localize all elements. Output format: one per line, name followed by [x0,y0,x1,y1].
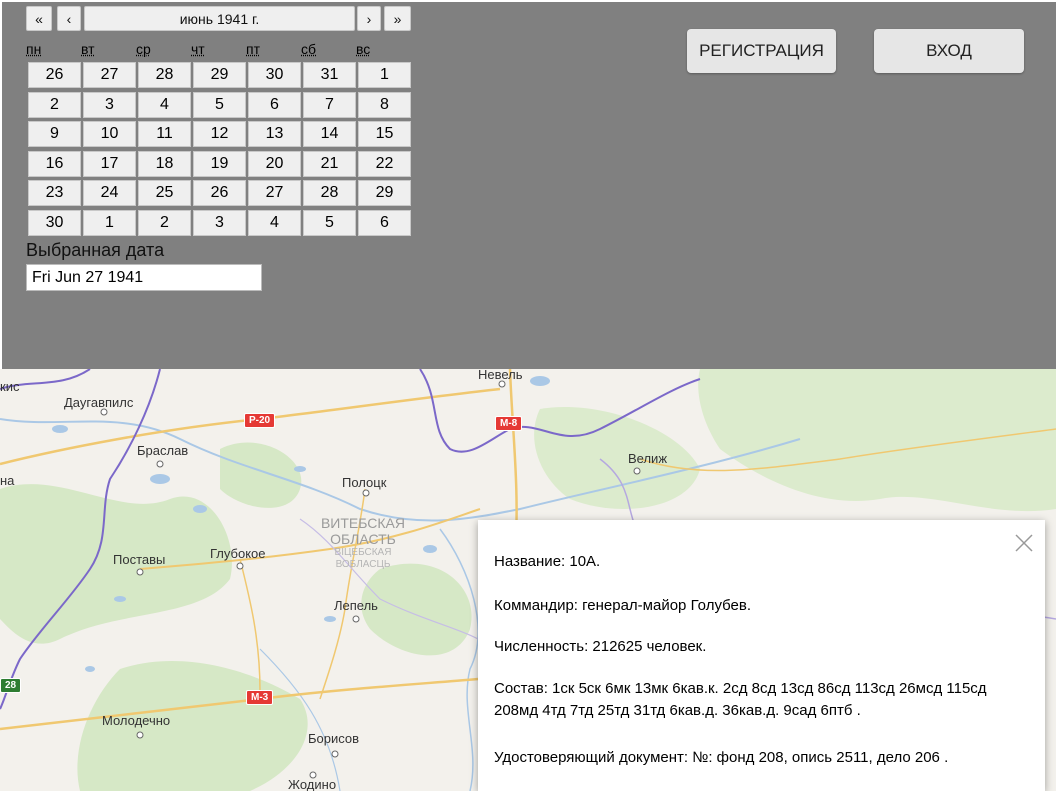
next-year-button[interactable]: » [384,6,411,31]
calendar-day-button[interactable]: 1 [83,209,136,236]
weekday-label: пн [26,41,42,57]
calendar-day-button[interactable]: 23 [28,180,81,206]
calendar-day-button[interactable]: 14 [303,121,356,147]
calendar-day-button[interactable]: 2 [138,209,191,236]
calendar-day-button[interactable]: 7 [303,91,356,118]
map-label-braslav: Браслав [137,443,189,458]
map-label-molodechno: Молодечно [102,713,171,728]
calendar-day-button[interactable]: 27 [248,180,301,206]
calendar-day-button[interactable]: 26 [193,180,246,206]
header-panel: « ‹ июнь 1941 г. › » пн вт ср чт пт сб вс 26 27… [2,2,1056,369]
map-label-kis: кис [0,379,20,394]
calendar-day-button[interactable]: 3 [83,91,136,118]
calendar-day-button[interactable]: 12 [193,121,246,147]
calendar-day-button[interactable]: 11 [138,121,191,147]
calendar-day-button[interactable]: 28 [138,62,191,88]
map-region-by-line-2: ВОБЛАСЦЬ [335,559,391,570]
map-region-vitebsk-by: ВІЦЕБСКАЯ ВОБЛАСЦЬ [318,547,408,571]
calendar-day-button[interactable]: 25 [138,180,191,206]
register-button[interactable]: РЕГИСТРАЦИЯ [687,29,836,73]
map-label-nevel: Невель [478,369,523,382]
calendar-day-button[interactable]: 21 [303,150,356,177]
map-label-borisov: Борисов [308,731,360,746]
weekday-label: пт [246,41,260,57]
weekday-label: вс [356,41,371,57]
calendar-day-button[interactable]: 29 [193,62,246,88]
weekday-label: сб [301,41,317,57]
close-icon[interactable] [1013,532,1035,554]
month-title-button[interactable]: июнь 1941 г. [84,6,355,31]
prev-month-button[interactable]: ‹ [57,6,81,31]
road-sign-28: 28 [0,678,22,693]
map-region-vitebsk-ru: ВИТЕБСКАЯ ОБЛАСТЬ [318,515,408,547]
map-label-polotsk: Полоцк [342,475,387,490]
road-sign-m3: М-3 [246,690,274,705]
calendar-day-button[interactable]: 20 [248,150,301,177]
calendar-day-button[interactable]: 30 [248,62,301,88]
calendar-day-button[interactable]: 10 [83,121,136,147]
calendar-day-button[interactable]: 8 [358,91,411,118]
popup-strength: Численность: 212625 человек. [494,638,707,655]
popup-document: Удостоверяющий документ: №: фонд 208, оп… [494,749,949,766]
selected-date-field[interactable]: Fri Jun 27 1941 [26,264,262,291]
calendar-day-button[interactable]: 6 [358,209,411,236]
calendar-day-button[interactable]: 4 [138,91,191,118]
map-label-lepel: Лепель [334,598,378,613]
prev-year-button[interactable]: « [26,6,52,31]
map-label-na: на [0,473,15,488]
popup-commander: Коммандир: генерал-майор Голубев. [494,597,752,614]
popup-name: Название: 10А. [494,553,601,570]
calendar-day-button[interactable]: 4 [248,209,301,236]
calendar-day-button[interactable]: 22 [358,150,411,177]
weekday-label: ср [136,41,151,57]
army-info-popup: Название: 10А. Коммандир: генерал-майор … [478,520,1045,791]
calendar-day-button[interactable]: 19 [193,150,246,177]
map-label-daugavpils: Даугавпилс [64,395,134,410]
calendar-day-button[interactable]: 29 [358,180,411,206]
map-label-postavy: Поставы [113,552,166,567]
login-button[interactable]: ВХОД [874,29,1024,73]
calendar-day-button[interactable]: 1 [358,62,411,88]
calendar-day-button[interactable]: 31 [303,62,356,88]
next-month-button[interactable]: › [357,6,381,31]
map-region-by-line-1: ВІЦЕБСКАЯ [334,547,392,558]
calendar-day-button[interactable]: 15 [358,121,411,147]
calendar-day-button[interactable]: 3 [193,209,246,236]
calendar-day-button[interactable]: 18 [138,150,191,177]
weekday-label: чт [191,41,205,57]
calendar-day-button[interactable]: 13 [248,121,301,147]
weekday-label: вт [81,41,95,57]
calendar-day-button[interactable]: 26 [28,62,81,88]
calendar-day-button[interactable]: 5 [193,91,246,118]
road-sign-r20: Р-20 [244,413,276,428]
calendar-day-button[interactable]: 24 [83,180,136,206]
calendar-day-button[interactable]: 9 [28,121,81,147]
calendar-day-button[interactable]: 16 [28,150,81,177]
map-region-line-1: ВИТЕБСКАЯ [320,515,406,531]
map-label-velizh: Велиж [628,451,668,466]
selected-date-label: Выбранная дата [26,240,165,260]
calendar-day-button[interactable]: 17 [83,150,136,177]
map-label-zhodino: Жодино [288,777,337,791]
calendar-day-button[interactable]: 6 [248,91,301,118]
road-sign-m8: М-8 [495,416,523,431]
calendar-day-button[interactable]: 27 [83,62,136,88]
popup-composition: Состав: 1ск 5ск 6мк 13мк 6кав.к. 2сд 8сд… [494,680,987,719]
calendar-nav: « ‹ июнь 1941 г. › » [26,6,411,33]
calendar-day-button[interactable]: 28 [303,180,356,206]
calendar-day-button[interactable]: 5 [303,209,356,236]
calendar-day-button[interactable]: 2 [28,91,81,118]
map-region-line-2: ОБЛАСТЬ [330,531,396,547]
calendar-day-button[interactable]: 30 [28,209,81,236]
map-label-glubokoe: Глубокое [210,546,266,561]
